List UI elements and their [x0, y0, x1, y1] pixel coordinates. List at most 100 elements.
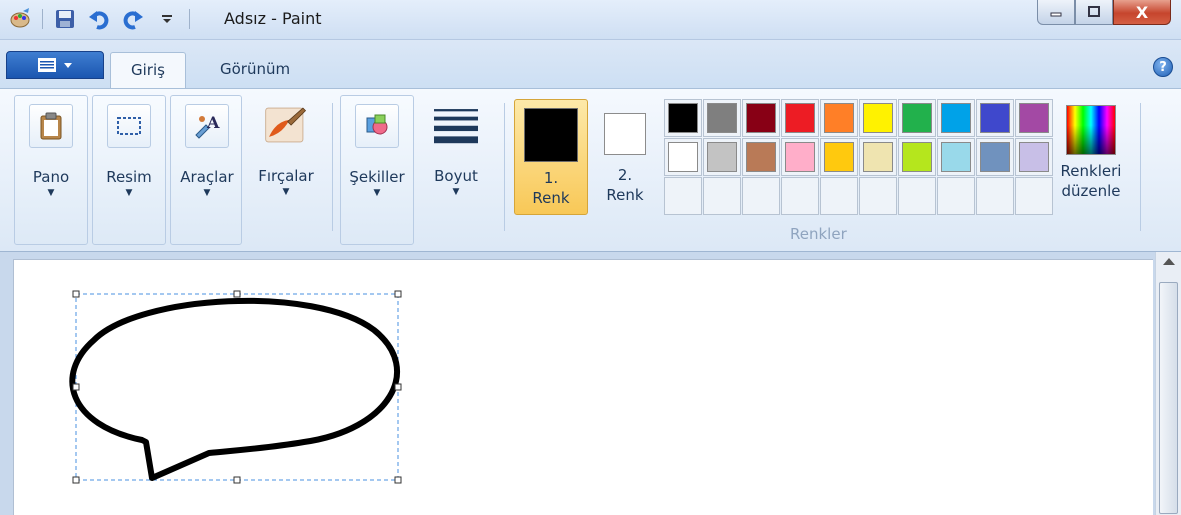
chevron-down-icon: ▼	[452, 187, 460, 197]
color1-label: Renk	[532, 189, 570, 207]
palette-empty-slot[interactable]	[742, 177, 780, 215]
clipboard-icon	[29, 104, 73, 148]
tab-view[interactable]: Görünüm	[200, 52, 310, 88]
palette-color-fill	[863, 142, 893, 172]
undo-icon[interactable]	[87, 7, 111, 31]
separator	[332, 103, 333, 231]
ribbon-tabs: Giriş Görünüm ?	[0, 40, 1181, 88]
color-spectrum-icon	[1066, 105, 1116, 155]
speech-bubble-shape[interactable]	[14, 260, 1153, 515]
palette-color[interactable]	[781, 138, 819, 176]
close-button[interactable]: X	[1113, 0, 1171, 25]
clipboard-button[interactable]: Pano ▼	[15, 96, 87, 246]
save-icon[interactable]	[53, 7, 77, 31]
palette-color[interactable]	[937, 99, 975, 137]
palette-empty-slot[interactable]	[937, 177, 975, 215]
palette-color-fill	[746, 142, 776, 172]
palette-color[interactable]	[859, 99, 897, 137]
color2-label: Renk	[606, 186, 644, 204]
clipboard-group: Pano ▼	[14, 95, 88, 245]
ribbon: Pano ▼ Resim ▼ A Araçlar ▼ Fırçalar ▼ Şe…	[0, 88, 1181, 252]
palette-color[interactable]	[937, 138, 975, 176]
palette-color-fill	[707, 103, 737, 133]
scroll-up-icon[interactable]	[1163, 258, 1175, 265]
palette-empty-slot[interactable]	[898, 177, 936, 215]
palette-color[interactable]	[664, 99, 702, 137]
separator	[504, 103, 505, 231]
palette-empty-slot[interactable]	[703, 177, 741, 215]
palette-empty-slot[interactable]	[781, 177, 819, 215]
palette-color[interactable]	[703, 99, 741, 137]
menu-icon	[38, 58, 56, 72]
shapes-group: Şekiller ▼	[340, 95, 414, 245]
brushes-button[interactable]: Fırçalar ▼	[250, 95, 322, 245]
palette-color-fill	[941, 142, 971, 172]
brush-icon	[264, 103, 308, 147]
palette-color[interactable]	[859, 138, 897, 176]
customize-dropdown-icon[interactable]	[155, 7, 179, 31]
svg-text:A: A	[206, 113, 220, 132]
palette-color-fill	[746, 103, 776, 133]
redo-icon[interactable]	[121, 7, 145, 31]
image-label: Resim	[106, 168, 152, 186]
palette-color[interactable]	[898, 138, 936, 176]
scroll-thumb[interactable]	[1159, 282, 1178, 514]
paint-app-icon[interactable]	[8, 7, 32, 31]
chevron-down-icon	[64, 63, 72, 68]
palette-empty-slot[interactable]	[976, 177, 1014, 215]
color2-button[interactable]: 2. Renk	[588, 99, 662, 215]
palette-color-fill	[785, 103, 815, 133]
palette-color[interactable]	[976, 99, 1014, 137]
palette-empty-slot[interactable]	[820, 177, 858, 215]
palette-empty-slot[interactable]	[1015, 177, 1053, 215]
edit-colors-button[interactable]: Renkleri düzenle	[1052, 99, 1130, 219]
chevron-down-icon: ▼	[282, 187, 290, 197]
speech-bubble-outline	[69, 297, 400, 481]
color2-swatch	[604, 113, 646, 155]
tab-home[interactable]: Giriş	[110, 52, 186, 88]
image-button[interactable]: Resim ▼	[93, 96, 165, 246]
size-button[interactable]: Boyut ▼	[420, 95, 492, 245]
minimize-button[interactable]	[1037, 0, 1075, 25]
palette-color[interactable]	[664, 138, 702, 176]
palette-color[interactable]	[1015, 99, 1053, 137]
shapes-icon	[355, 104, 399, 148]
palette-color-fill	[707, 142, 737, 172]
palette-color-fill	[785, 142, 815, 172]
quick-access-toolbar	[8, 6, 190, 32]
clipboard-label: Pano	[32, 168, 70, 186]
minimize-icon	[1050, 12, 1062, 17]
palette-empty-slot[interactable]	[859, 177, 897, 215]
tools-button[interactable]: A Araçlar ▼	[171, 96, 243, 246]
palette-color[interactable]	[976, 138, 1014, 176]
window-title: Adsız - Paint	[224, 9, 322, 28]
qat-separator	[189, 9, 190, 29]
palette-color[interactable]	[820, 138, 858, 176]
palette-color[interactable]	[898, 99, 936, 137]
size-label: Boyut	[434, 167, 478, 185]
drawing-canvas[interactable]	[13, 259, 1153, 515]
palette-color[interactable]	[820, 99, 858, 137]
palette-color[interactable]	[742, 138, 780, 176]
palette-color-fill	[941, 103, 971, 133]
line-size-icon	[434, 103, 478, 147]
paint-menu-button[interactable]	[6, 51, 104, 79]
color1-button[interactable]: 1. Renk	[514, 99, 588, 215]
image-group: Resim ▼	[92, 95, 166, 245]
shapes-button[interactable]: Şekiller ▼	[341, 96, 413, 246]
brushes-label: Fırçalar	[258, 167, 314, 185]
palette-color[interactable]	[703, 138, 741, 176]
title-bar: Adsız - Paint X	[0, 0, 1181, 40]
palette-color[interactable]	[781, 99, 819, 137]
palette-color[interactable]	[1015, 138, 1053, 176]
palette-empty-slot[interactable]	[664, 177, 702, 215]
colors-group-label: Renkler	[790, 225, 847, 243]
palette-color[interactable]	[742, 99, 780, 137]
vertical-scrollbar[interactable]	[1155, 252, 1181, 515]
chevron-down-icon: ▼	[373, 188, 381, 198]
maximize-button[interactable]	[1075, 0, 1113, 25]
help-icon[interactable]: ?	[1153, 57, 1173, 77]
window-controls: X	[1037, 0, 1171, 25]
workspace	[0, 252, 1181, 515]
palette-color-fill	[863, 103, 893, 133]
